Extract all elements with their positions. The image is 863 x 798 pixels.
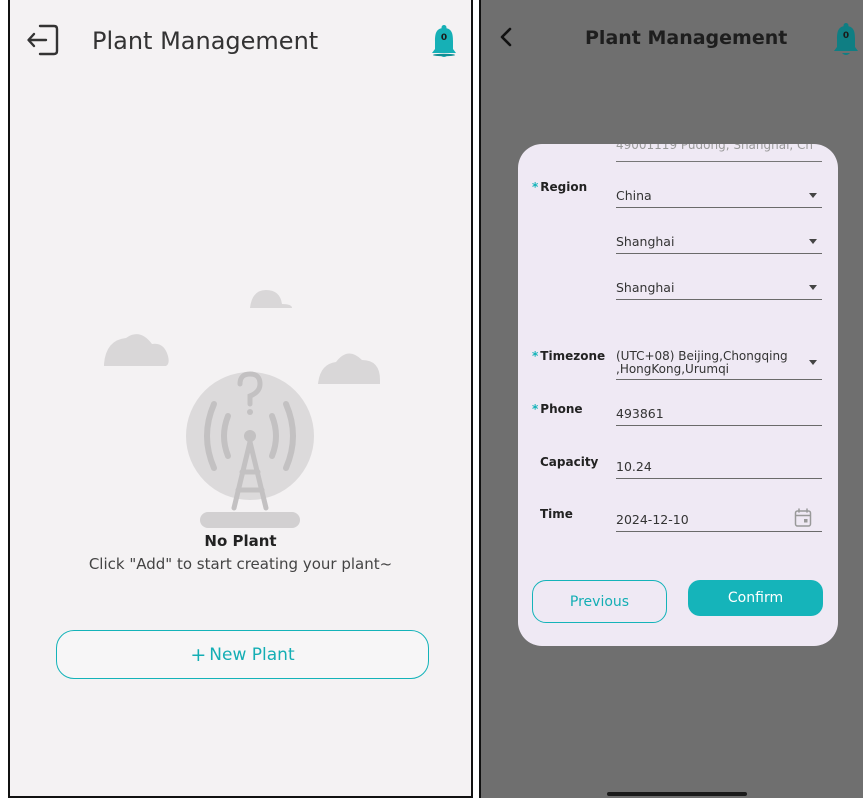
empty-state-title: No Plant — [204, 532, 277, 550]
capacity-label: Capacity — [540, 455, 599, 469]
timezone-select[interactable]: (UTC+08) Beijing,Chongqing ,HongKong,Uru… — [616, 346, 822, 380]
add-plant-screen: Plant Management 0 49001119 Pudong, Shan… — [479, 0, 863, 798]
time-value: 2024-12-10 — [616, 512, 689, 527]
phone-input[interactable]: 493861 — [616, 400, 822, 426]
dropdown-arrow-icon — [809, 239, 817, 244]
required-marker: * — [532, 402, 539, 416]
required-marker: * — [532, 349, 539, 363]
notification-count-badge: 0 — [440, 33, 448, 43]
plus-icon: + — [190, 643, 207, 666]
region-province-select[interactable]: Shanghai — [616, 228, 822, 254]
notification-bell-icon[interactable]: 0 — [830, 22, 862, 58]
dropdown-arrow-icon — [809, 285, 817, 290]
timezone-value: (UTC+08) Beijing,Chongqing ,HongKong,Uru… — [616, 349, 788, 376]
region-country-value: China — [616, 188, 652, 203]
dropdown-arrow-icon — [809, 193, 817, 198]
region-province-value: Shanghai — [616, 234, 675, 249]
empty-state-subtitle: Click "Add" to start creating your plant… — [88, 555, 393, 573]
timezone-label: * Timezone — [532, 349, 606, 363]
region-label: * Region — [532, 180, 588, 194]
page-title: Plant Management — [92, 27, 319, 55]
plant-form-dialog: 49001119 Pudong, Shanghai, Ch * Region Ch… — [518, 144, 838, 646]
capacity-value: 10.24 — [616, 459, 652, 474]
required-marker: * — [532, 180, 539, 194]
confirm-button[interactable]: Confirm — [688, 580, 823, 616]
capacity-input[interactable]: 10.24 — [616, 453, 822, 479]
notification-bell-icon[interactable]: 0 — [428, 24, 460, 60]
time-label: Time — [540, 507, 573, 521]
previous-button[interactable]: Previous — [532, 580, 667, 623]
region-city-select[interactable]: Shanghai — [616, 274, 822, 300]
new-plant-label: New Plant — [209, 644, 295, 665]
home-indicator — [607, 792, 747, 796]
notification-count-badge: 0 — [842, 31, 850, 41]
calendar-icon[interactable] — [794, 508, 812, 528]
plant-list-screen: Plant Management 0 No Plant Click "Add" … — [8, 0, 473, 798]
phone-label: * Phone — [532, 402, 583, 416]
dropdown-arrow-icon — [809, 360, 817, 365]
logout-icon[interactable] — [26, 22, 60, 58]
back-chevron-icon[interactable] — [499, 26, 513, 48]
phone-value: 493861 — [616, 406, 664, 421]
region-city-value: Shanghai — [616, 280, 675, 295]
time-date-input[interactable]: 2024-12-10 — [616, 506, 822, 532]
new-plant-button[interactable]: + New Plant — [56, 630, 429, 679]
region-country-select[interactable]: China — [616, 182, 822, 208]
address-field-partial[interactable]: 49001119 Pudong, Shanghai, Ch — [616, 144, 822, 162]
page-title: Plant Management — [585, 27, 788, 49]
no-plant-illustration — [104, 290, 380, 528]
app-header: Plant Management 0 — [10, 0, 471, 80]
